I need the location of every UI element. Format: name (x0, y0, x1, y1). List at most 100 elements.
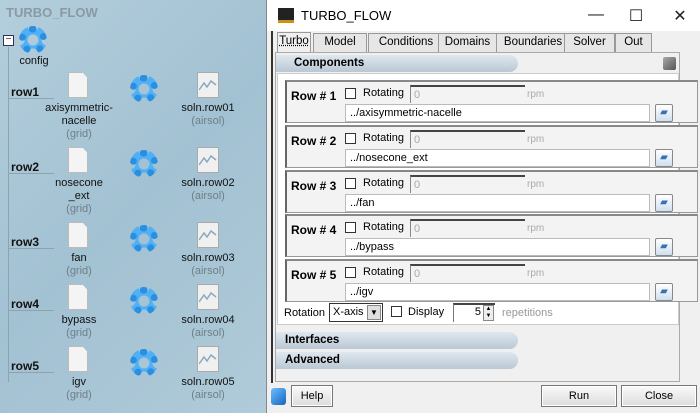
tab-conditions[interactable]: Conditions (368, 33, 444, 52)
grid-type: (grid) (66, 327, 92, 339)
grid-file-icon[interactable] (68, 147, 88, 173)
collapse-icon[interactable]: − (3, 35, 14, 46)
row-gear-icon[interactable] (130, 225, 158, 253)
row-number-label: Row # 3 (291, 179, 337, 193)
repetitions-value: 5 (474, 306, 481, 318)
window-title: TURBO_FLOW (301, 8, 392, 23)
tree-row-label: row4 (11, 297, 40, 311)
solution-file-icon[interactable] (197, 346, 219, 372)
grid-path-input[interactable]: ../axisymmetric-nacelle (345, 104, 650, 122)
grid-file-label: fan (grid) (34, 252, 124, 278)
grid-type: (grid) (66, 203, 92, 215)
display-label: Display (408, 306, 445, 318)
tree-row-label: row2 (11, 160, 40, 174)
grid-type: (grid) (66, 265, 92, 277)
rpm-unit: rpm (527, 179, 545, 190)
browse-folder-icon[interactable]: ▰ (655, 149, 673, 167)
grid-file-icon[interactable] (68, 346, 88, 372)
grid-path-input[interactable]: ../nosecone_ext (345, 149, 650, 167)
row-gear-icon[interactable] (130, 349, 158, 377)
close-button[interactable]: Close (621, 385, 697, 407)
component-row: Row # 2 Rotating 0 rpm ../nosecone_ext ▰ (285, 125, 698, 168)
solution-file-icon[interactable] (197, 147, 219, 173)
soln-name: soln.row02 (181, 177, 235, 189)
solution-file-icon[interactable] (197, 72, 219, 98)
grid-name: nosecone _ext (55, 177, 103, 202)
rpm-unit: rpm (527, 134, 545, 145)
tab-boundaries[interactable]: Boundaries (496, 33, 570, 52)
turbo-flow-window: TURBO_FLOW — ☐ ✕ Turbo Model Conditions Dom… (266, 0, 700, 413)
component-row: Row # 3 Rotating 0 rpm ../fan ▰ (285, 170, 698, 213)
solution-file-label: soln.row01 (airsol) (163, 102, 253, 128)
config-label: config (19, 55, 49, 67)
soln-name: soln.row01 (181, 102, 235, 114)
rotating-checkbox[interactable] (345, 88, 356, 99)
grid-path-input[interactable]: ../fan (345, 194, 650, 212)
grid-file-icon[interactable] (68, 222, 88, 248)
rotating-checkbox[interactable] (345, 222, 356, 233)
title-bar: TURBO_FLOW — ☐ ✕ (267, 0, 700, 31)
rpm-input[interactable]: 0 (410, 130, 525, 148)
solution-file-icon[interactable] (197, 222, 219, 248)
browse-folder-icon[interactable]: ▰ (655, 238, 673, 256)
tab-turbo[interactable]: Turbo (277, 32, 311, 53)
soln-name: soln.row03 (181, 252, 235, 264)
browse-folder-icon[interactable]: ▰ (655, 194, 673, 212)
repetitions-stepper[interactable]: 5 ▲ ▼ (453, 303, 495, 322)
row-number-label: Row # 1 (291, 89, 337, 103)
solution-file-label: soln.row03 (airsol) (163, 252, 253, 278)
grid-file-icon[interactable] (68, 284, 88, 310)
advanced-section-header[interactable]: Advanced (276, 352, 518, 369)
tab-solver[interactable]: Solver (564, 33, 615, 52)
row-gear-icon[interactable] (130, 150, 158, 178)
repetitions-label: repetitions (502, 307, 553, 319)
maximize-button[interactable]: ☐ (621, 6, 651, 26)
rotating-checkbox[interactable] (345, 133, 356, 144)
close-window-button[interactable]: ✕ (665, 6, 695, 26)
rotation-value: X-axis (333, 306, 364, 318)
tab-domains[interactable]: Domains (438, 33, 497, 52)
display-checkbox[interactable] (391, 306, 402, 317)
rpm-unit: rpm (527, 268, 545, 279)
row-gear-icon[interactable] (130, 287, 158, 315)
interfaces-section-header[interactable]: Interfaces (276, 332, 518, 349)
chevron-down-icon: ▼ (367, 305, 381, 320)
component-row: Row # 4 Rotating 0 rpm ../bypass ▰ (285, 214, 698, 257)
soln-type: (airsol) (191, 265, 225, 277)
config-gear-icon[interactable] (19, 26, 47, 54)
tree-row-label: row5 (11, 359, 40, 373)
spinner-arrows-icon[interactable]: ▲ ▼ (483, 305, 494, 321)
grid-file-label: bypass (grid) (34, 314, 124, 340)
rpm-input[interactable]: 0 (410, 85, 525, 103)
run-button[interactable]: Run (541, 385, 617, 407)
rotating-checkbox[interactable] (345, 178, 356, 189)
grid-path-input[interactable]: ../bypass (345, 238, 650, 256)
rotating-label: Rotating (363, 221, 404, 233)
rpm-input[interactable]: 0 (410, 264, 525, 282)
rpm-input[interactable]: 0 (410, 175, 525, 193)
grid-type: (grid) (66, 389, 92, 401)
tab-model[interactable]: Model (313, 33, 367, 52)
tree-row-label: row1 (11, 85, 40, 99)
browse-folder-icon[interactable]: ▰ (655, 104, 673, 122)
grid-name: bypass (61, 314, 97, 326)
grid-file-label: igv (grid) (34, 376, 124, 402)
rotation-select[interactable]: X-axis ▼ (329, 303, 383, 322)
minimize-button[interactable]: — (581, 6, 611, 24)
rpm-unit: rpm (527, 89, 545, 100)
tab-out[interactable]: Out (615, 33, 652, 52)
rotating-checkbox[interactable] (345, 267, 356, 278)
rpm-unit: rpm (527, 223, 545, 234)
component-row: Row # 5 Rotating 0 rpm ../igv ▰ (285, 259, 698, 302)
rpm-input[interactable]: 0 (410, 219, 525, 237)
solution-file-icon[interactable] (197, 284, 219, 310)
grid-path-input[interactable]: ../igv (345, 283, 650, 301)
soln-name: soln.row04 (181, 314, 235, 326)
grid-file-icon[interactable] (68, 72, 88, 98)
row-gear-icon[interactable] (130, 75, 158, 103)
rotating-label: Rotating (363, 177, 404, 189)
browse-folder-icon[interactable]: ▰ (655, 283, 673, 301)
row-number-label: Row # 2 (291, 134, 337, 148)
components-header[interactable]: Components (276, 55, 518, 72)
help-button[interactable]: Help (291, 385, 333, 407)
